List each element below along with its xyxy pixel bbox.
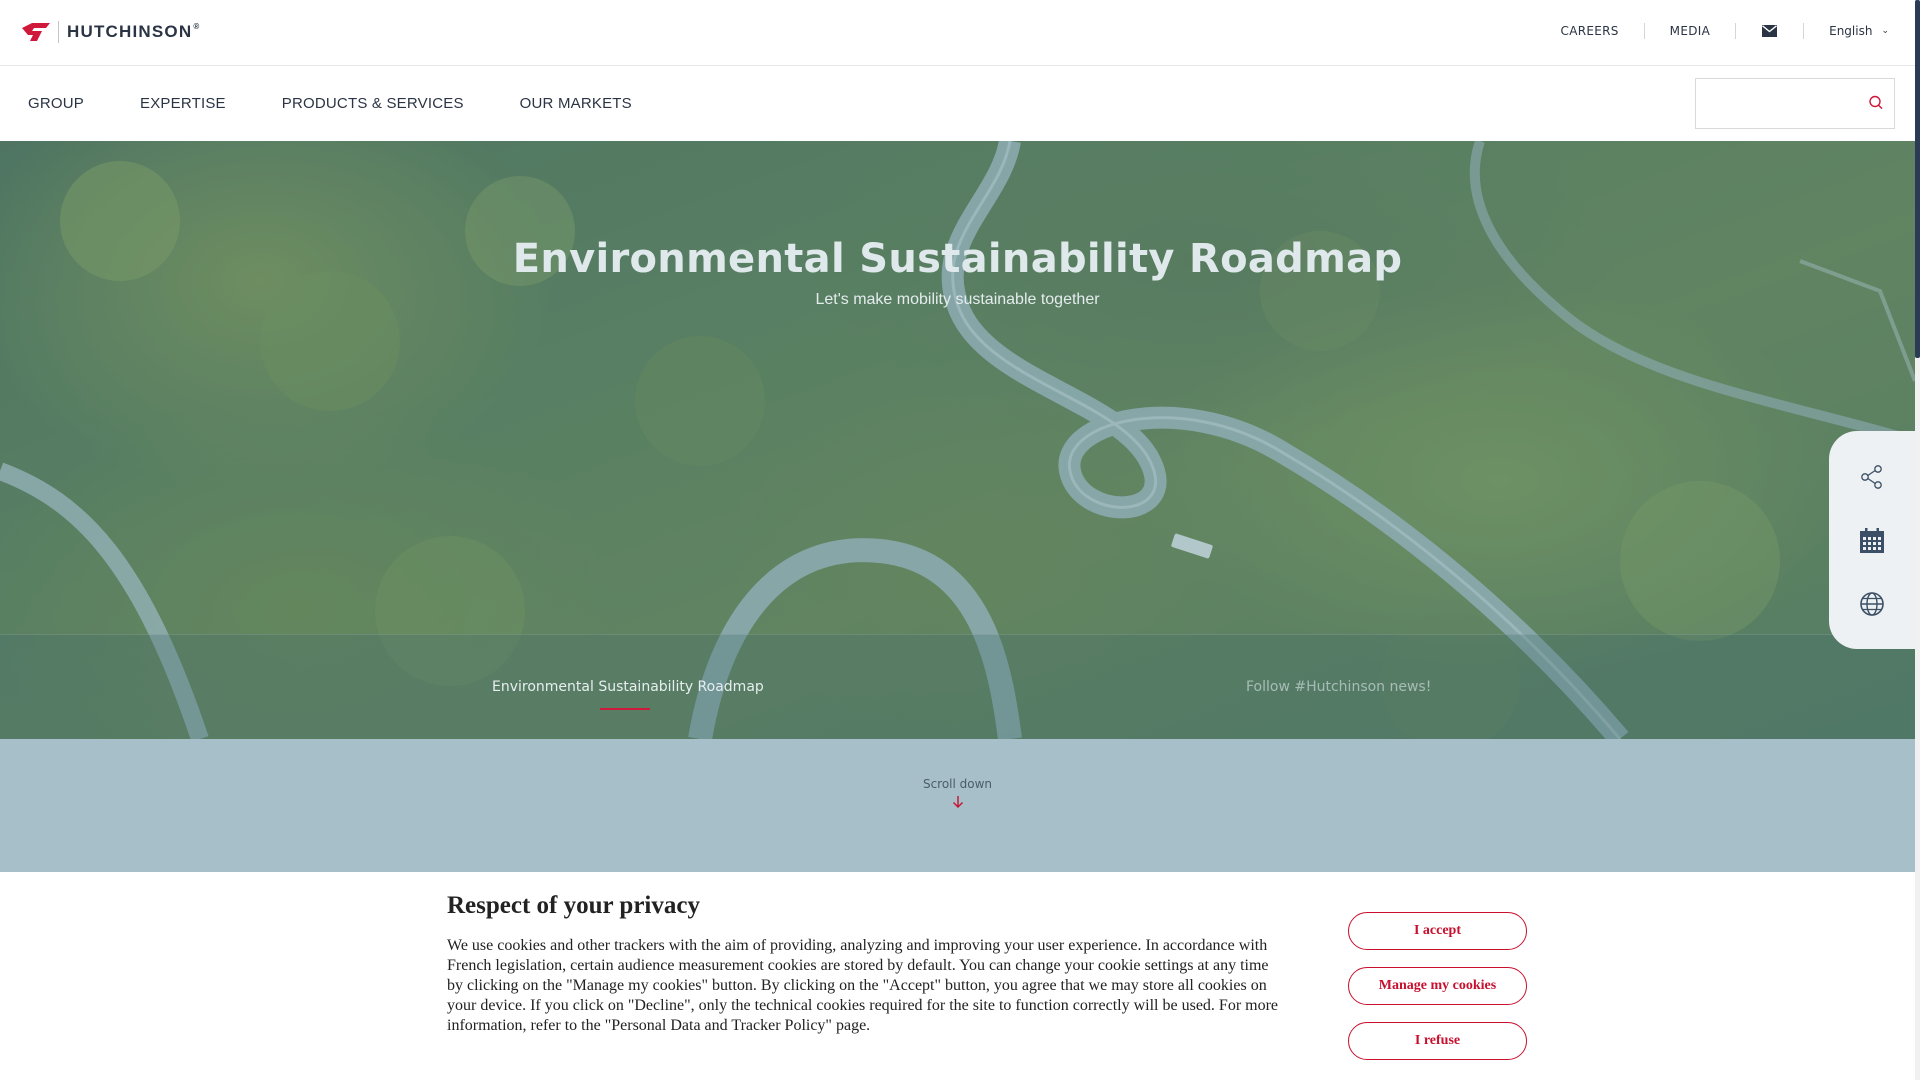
main-nav: GROUP EXPERTISE PRODUCTS & SERVICES OUR … [0,66,1915,141]
scroll-down-label[interactable]: Scroll down [0,777,1915,791]
contact-mail-button[interactable] [1736,25,1803,37]
search-icon[interactable] [1866,93,1886,113]
tab-hutchinson-news[interactable]: Follow #Hutchinson news! [1246,679,1431,695]
scrollbar-thumb[interactable] [1915,0,1920,358]
share-icon [1861,465,1882,489]
chevron-down-icon: ⌄ [1881,26,1889,36]
nav-item-expertise[interactable]: EXPERTISE [140,95,226,112]
search-box [1695,78,1895,129]
logo-divider [58,21,59,43]
careers-link[interactable]: CAREERS [1536,24,1644,38]
cookie-consent-banner: Respect of your privacy We use cookies a… [0,872,1915,1080]
logo-wordmark: HUTCHINSON® [67,22,201,41]
hutchinson-logo-icon [22,23,50,41]
nav-item-products-services[interactable]: PRODUCTS & SERVICES [282,95,464,112]
language-selector[interactable]: English ⌄ [1804,24,1889,38]
share-button[interactable] [1856,461,1888,493]
calendar-icon [1860,528,1884,553]
hero-title: Environmental Sustainability Roadmap [512,236,1403,282]
utility-nav: CAREERS MEDIA English ⌄ [1536,18,1889,44]
cookie-banner-text: We use cookies and other trackers with t… [447,937,1279,1034]
media-link[interactable]: MEDIA [1645,24,1735,38]
globe-icon [1860,592,1884,616]
nav-item-our-markets[interactable]: OUR MARKETS [520,95,632,112]
cookie-banner-title: Respect of your privacy [447,892,700,919]
scroll-down-band: Scroll down [0,739,1915,872]
arrow-down-icon[interactable] [951,794,965,810]
page-scrollbar[interactable] [1915,0,1920,1080]
nav-item-group[interactable]: GROUP [28,95,84,112]
side-action-panel [1829,431,1915,649]
search-input[interactable] [1696,79,1861,128]
hutchinson-logo[interactable]: HUTCHINSON® [20,20,200,44]
accept-cookies-button[interactable]: I accept [1348,912,1527,950]
top-bar: HUTCHINSON® CAREERS MEDIA English ⌄ [0,0,1915,66]
active-tab-indicator [600,708,650,710]
calendar-button[interactable] [1856,525,1888,557]
hero-tabs: Environmental Sustainability Roadmap Fol… [0,634,1915,739]
manage-cookies-button[interactable]: Manage my cookies [1348,967,1527,1005]
globe-button[interactable] [1856,588,1888,620]
hero-subtitle: Let's make mobility sustainable together [815,291,1100,308]
refuse-cookies-button[interactable]: I refuse [1348,1022,1527,1060]
tab-environmental-roadmap[interactable]: Environmental Sustainability Roadmap [492,679,764,695]
main-nav-items: GROUP EXPERTISE PRODUCTS & SERVICES OUR … [28,66,688,141]
envelope-icon [1762,25,1778,37]
language-label: English [1829,24,1873,38]
hero-banner: Environmental Sustainability Roadmap Let… [0,141,1915,739]
